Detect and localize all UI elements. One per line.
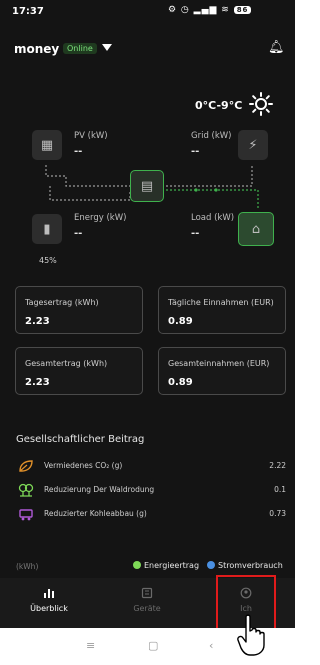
pv-value: -- <box>74 146 83 157</box>
station-name[interactable]: money <box>14 42 59 56</box>
load-value: -- <box>191 228 200 239</box>
inverter-icon[interactable]: ▤ <box>130 170 164 202</box>
coal-cart-icon <box>19 509 33 521</box>
status-icons: ⚙ ◷ ▂▄▆ ≋ 86 <box>168 5 252 15</box>
status-icons-text: ⚙ ◷ ▂▄▆ ≋ <box>168 5 230 15</box>
grid-label: Grid (kW) <box>191 131 232 141</box>
card-label: Tagesertrag (kWh) <box>25 298 99 307</box>
legend-energy-yield: Energieertrag <box>133 561 199 570</box>
contribution-row-forest: Reduzierung Der Waldrodung 0.1 <box>14 482 286 500</box>
device-icon <box>98 587 196 601</box>
tab-overview[interactable]: Überblick <box>0 578 98 628</box>
card-value: 0.89 <box>168 377 193 388</box>
load-label: Load (kW) <box>191 213 235 223</box>
legend-dot <box>133 561 141 569</box>
bar-chart-icon <box>0 587 98 601</box>
hand-cursor-icon <box>237 614 265 656</box>
energy-label: Energy (kW) <box>74 213 127 223</box>
contribution-value: 2.22 <box>269 461 286 470</box>
contribution-row-coal: Reduzierter Kohleabbau (g) 0.73 <box>14 506 286 524</box>
tab-label: Überblick <box>30 604 68 613</box>
legend-label: Energieertrag <box>144 561 200 570</box>
solar-panel-icon: ▦ <box>32 130 62 160</box>
menu-icon[interactable]: ≡ <box>86 639 95 652</box>
house-icon: ⌂ <box>238 212 274 246</box>
tree-icon <box>18 483 34 497</box>
battery-icon: 86 <box>233 5 252 14</box>
pv-flow-line <box>45 165 130 187</box>
tab-label: Geräte <box>133 604 161 613</box>
leaf-icon <box>19 460 33 472</box>
grid-flow-line <box>166 165 253 187</box>
daily-revenue-card: Tägliche Einnahmen (EUR) 0.89 <box>158 286 286 334</box>
contribution-title: Gesellschaftlicher Beitrag <box>16 434 145 445</box>
card-value: 2.23 <box>25 316 50 327</box>
daily-yield-card: Tagesertrag (kWh) 2.23 <box>15 286 143 334</box>
card-value: 0.89 <box>168 316 193 327</box>
contribution-value: 0.73 <box>269 509 286 518</box>
total-yield-card: Gesamtertrag (kWh) 2.23 <box>15 347 143 395</box>
back-icon[interactable]: ‹ <box>209 639 213 652</box>
contribution-row-co2: Vermiedenes CO₂ (g) 2.22 <box>14 458 286 476</box>
grid-value: -- <box>191 146 200 157</box>
chart-unit: (kWh) <box>16 562 39 571</box>
energy-value: -- <box>74 228 83 239</box>
temperature-range: 0°C-9°C <box>195 99 243 112</box>
status-bar: 17:37 ⚙ ◷ ▂▄▆ ≋ 86 <box>0 0 295 24</box>
battery-soc: 45% <box>39 256 57 265</box>
online-status-badge: Online <box>63 43 97 54</box>
contribution-label: Vermiedenes CO₂ (g) <box>44 461 123 470</box>
contribution-label: Reduzierung Der Waldrodung <box>44 485 155 494</box>
total-revenue-card: Gesamteinnahmen (EUR) 0.89 <box>158 347 286 395</box>
legend-dot <box>207 561 215 569</box>
status-time: 17:37 <box>12 6 44 17</box>
battery-flow-line <box>49 186 131 201</box>
legend-consumption: Stromverbrauch <box>207 561 283 570</box>
station-dropdown-icon[interactable] <box>102 44 112 51</box>
battery-icon: ▮ <box>32 214 62 244</box>
pv-label: PV (kW) <box>74 131 108 141</box>
grid-tower-icon: ⚡ <box>238 130 268 160</box>
legend-label: Stromverbrauch <box>218 561 283 570</box>
contribution-label: Reduzierter Kohleabbau (g) <box>44 509 147 518</box>
card-label: Gesamteinnahmen (EUR) <box>168 359 270 368</box>
contribution-value: 0.1 <box>274 485 286 494</box>
flow-dot <box>214 188 218 192</box>
card-label: Tägliche Einnahmen (EUR) <box>168 298 274 307</box>
tab-devices[interactable]: Geräte <box>98 578 196 628</box>
card-value: 2.23 <box>25 377 50 388</box>
card-label: Gesamtertrag (kWh) <box>25 359 108 368</box>
sun-icon <box>249 92 273 116</box>
home-icon[interactable]: ▢ <box>148 639 158 652</box>
load-flow-line <box>166 189 259 210</box>
app-screen: 17:37 ⚙ ◷ ▂▄▆ ≋ 86 money Online 🔔︎ 0°C-9… <box>0 0 295 628</box>
flow-dot <box>194 188 198 192</box>
alarm-icon[interactable]: 🔔︎ <box>268 40 285 55</box>
